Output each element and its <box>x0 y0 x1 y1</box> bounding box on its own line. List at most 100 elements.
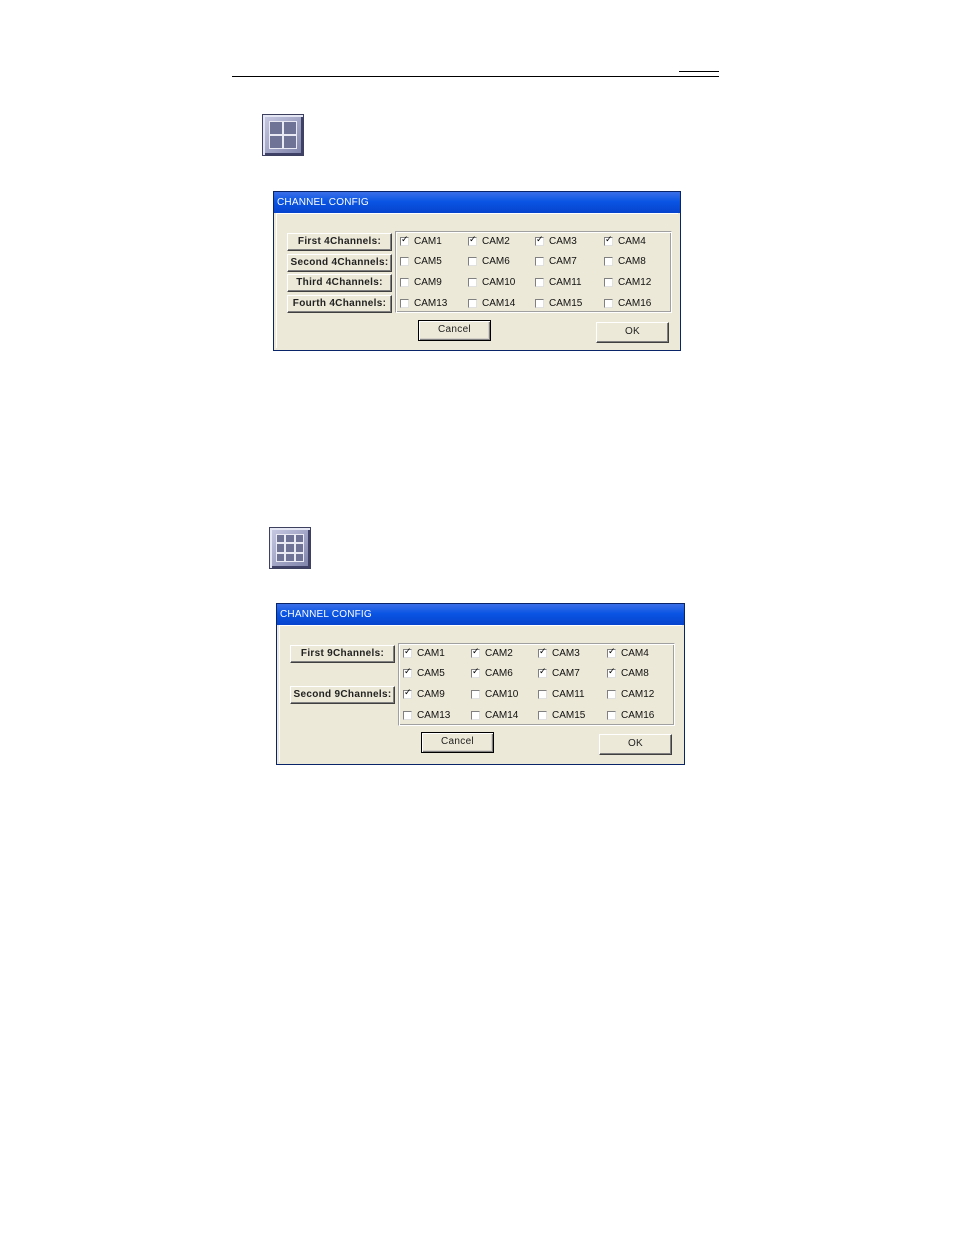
cam-checkbox-14[interactable]: CAM14 <box>471 709 533 723</box>
first-9-channels-button[interactable]: First 9Channels: <box>290 645 395 663</box>
checkbox[interactable] <box>604 257 613 266</box>
second-4-channels-button[interactable]: Second 4Channels: <box>287 254 392 272</box>
cam-checkbox-11[interactable]: CAM11 <box>535 276 597 290</box>
cancel-button[interactable]: Cancel <box>421 732 494 753</box>
checkbox[interactable]: ✓ <box>604 235 613 246</box>
cam-label: CAM14 <box>485 710 519 721</box>
checkbox[interactable]: ✓ <box>400 235 409 246</box>
cam-checkbox-10[interactable]: CAM10 <box>471 688 533 702</box>
checkmark-icon: ✓ <box>539 667 547 677</box>
checkbox[interactable]: ✓ <box>468 235 477 246</box>
cam-label: CAM4 <box>618 236 646 247</box>
fourth-4-channels-button[interactable]: Fourth 4Channels: <box>287 295 392 313</box>
cam-checkbox-2[interactable]: ✓ CAM2 <box>468 235 530 249</box>
cam-checkbox-6[interactable]: CAM6 <box>468 255 530 269</box>
cam-checkbox-5[interactable]: ✓ CAM5 <box>403 667 465 681</box>
checkbox[interactable] <box>400 278 409 287</box>
checkbox[interactable] <box>468 299 477 308</box>
cam-checkbox-3[interactable]: ✓ CAM3 <box>535 235 597 249</box>
cam-label: CAM4 <box>621 648 649 659</box>
cam-checkbox-12[interactable]: CAM12 <box>607 688 669 702</box>
first-4-channels-button[interactable]: First 4Channels: <box>287 233 392 251</box>
checkbox[interactable] <box>400 257 409 266</box>
cam-checkbox-15[interactable]: CAM15 <box>535 297 597 311</box>
dialog-body: First 9Channels: Second 9Channels: ✓ CAM1… <box>279 625 682 762</box>
checkbox[interactable] <box>535 278 544 287</box>
cam-checkbox-1[interactable]: ✓ CAM1 <box>403 647 465 661</box>
checkbox[interactable]: ✓ <box>403 647 412 658</box>
cam-checkbox-5[interactable]: CAM5 <box>400 255 462 269</box>
checkbox[interactable] <box>607 690 616 699</box>
second-9-channels-button[interactable]: Second 9Channels: <box>290 686 395 704</box>
cam-label: CAM7 <box>552 668 580 679</box>
cam-checkbox-14[interactable]: CAM14 <box>468 297 530 311</box>
checkbox[interactable]: ✓ <box>535 235 544 246</box>
ok-button[interactable]: OK <box>596 322 669 343</box>
third-4-channels-button[interactable]: Third 4Channels: <box>287 274 392 292</box>
cam-label: CAM10 <box>485 689 519 700</box>
dialog-title: CHANNEL CONFIG <box>277 604 684 625</box>
checkmark-icon: ✓ <box>472 647 480 657</box>
cam-checkbox-10[interactable]: CAM10 <box>468 276 530 290</box>
checkbox[interactable]: ✓ <box>538 667 547 678</box>
checkmark-icon: ✓ <box>608 647 616 657</box>
page-header-rule <box>232 76 719 77</box>
checkbox[interactable] <box>535 257 544 266</box>
cam-checkbox-3[interactable]: ✓ CAM3 <box>538 647 600 661</box>
checkbox[interactable] <box>403 711 412 720</box>
checkbox[interactable] <box>468 278 477 287</box>
checkbox[interactable] <box>400 299 409 308</box>
cam-checkbox-8[interactable]: ✓ CAM8 <box>607 667 669 681</box>
checkmark-icon: ✓ <box>401 235 409 245</box>
cam-label: CAM13 <box>414 298 448 309</box>
cam-label: CAM2 <box>482 236 510 247</box>
cancel-button[interactable]: Cancel <box>418 320 491 341</box>
cam-checkbox-16[interactable]: CAM16 <box>604 297 666 311</box>
quad-layout-button[interactable] <box>262 114 304 156</box>
cam-checkbox-4[interactable]: ✓ CAM4 <box>607 647 669 661</box>
cam-checkbox-12[interactable]: CAM12 <box>604 276 666 290</box>
cam-checkbox-1[interactable]: ✓ CAM1 <box>400 235 462 249</box>
camera-checkbox-group: ✓ CAM1 ✓ CAM2 ✓ CAM3 ✓ CAM4 ✓ CAM5 ✓ CAM6 ✓ CAM7 ✓ CAM8… <box>398 643 675 726</box>
cam-checkbox-9[interactable]: CAM9 <box>400 276 462 290</box>
checkbox[interactable]: ✓ <box>607 667 616 678</box>
checkbox[interactable]: ✓ <box>403 688 412 699</box>
checkbox[interactable] <box>604 278 613 287</box>
nine-grid-layout-button[interactable] <box>269 527 311 569</box>
checkbox[interactable] <box>535 299 544 308</box>
cam-checkbox-13[interactable]: CAM13 <box>403 709 465 723</box>
cam-checkbox-13[interactable]: CAM13 <box>400 297 462 311</box>
checkbox[interactable] <box>538 690 547 699</box>
checkbox[interactable]: ✓ <box>471 647 480 658</box>
checkbox[interactable]: ✓ <box>607 647 616 658</box>
cam-checkbox-11[interactable]: CAM11 <box>538 688 600 702</box>
cam-checkbox-4[interactable]: ✓ CAM4 <box>604 235 666 249</box>
cam-checkbox-8[interactable]: CAM8 <box>604 255 666 269</box>
checkmark-icon: ✓ <box>404 688 412 698</box>
checkbox[interactable]: ✓ <box>538 647 547 658</box>
cam-checkbox-7[interactable]: CAM7 <box>535 255 597 269</box>
checkbox[interactable]: ✓ <box>403 667 412 678</box>
cam-checkbox-9[interactable]: ✓ CAM9 <box>403 688 465 702</box>
checkbox[interactable] <box>468 257 477 266</box>
cam-label: CAM5 <box>414 256 442 267</box>
cam-checkbox-6[interactable]: ✓ CAM6 <box>471 667 533 681</box>
dialog-body: First 4Channels: Second 4Channels: Third… <box>276 213 678 348</box>
checkbox[interactable] <box>607 711 616 720</box>
cam-checkbox-7[interactable]: ✓ CAM7 <box>538 667 600 681</box>
checkbox[interactable] <box>471 711 480 720</box>
ok-button[interactable]: OK <box>599 734 672 755</box>
checkbox[interactable]: ✓ <box>471 667 480 678</box>
cam-checkbox-16[interactable]: CAM16 <box>607 709 669 723</box>
cam-checkbox-2[interactable]: ✓ CAM2 <box>471 647 533 661</box>
checkbox[interactable] <box>538 711 547 720</box>
checkbox[interactable] <box>471 690 480 699</box>
cam-label: CAM16 <box>621 710 655 721</box>
cam-label: CAM8 <box>621 668 649 679</box>
checkmark-icon: ✓ <box>469 235 477 245</box>
checkmark-icon: ✓ <box>404 647 412 657</box>
cam-label: CAM1 <box>417 648 445 659</box>
cam-label: CAM9 <box>414 277 442 288</box>
checkbox[interactable] <box>604 299 613 308</box>
cam-checkbox-15[interactable]: CAM15 <box>538 709 600 723</box>
